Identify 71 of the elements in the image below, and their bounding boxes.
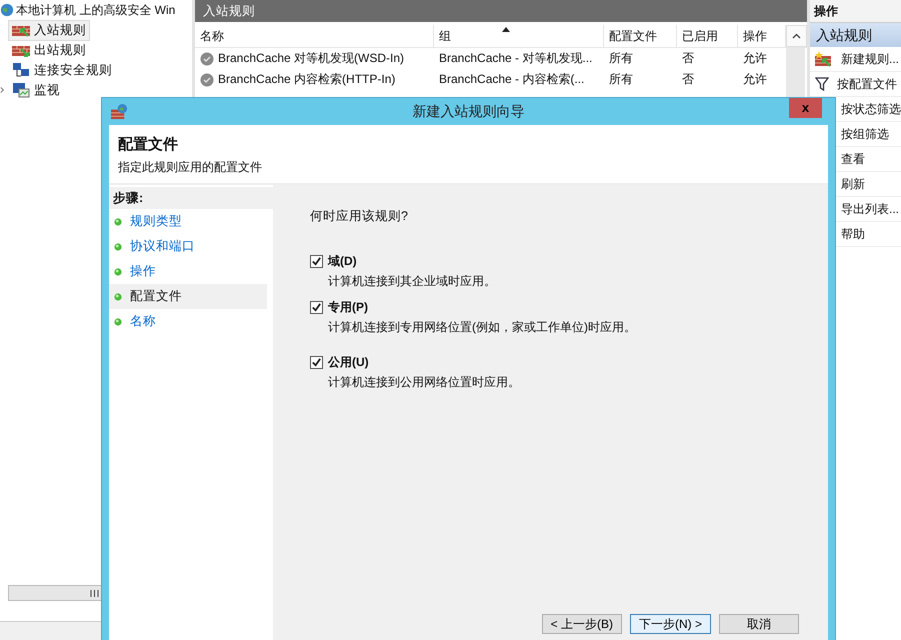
column-header[interactable]: 配置文件 <box>604 25 677 47</box>
checkbox[interactable] <box>310 255 323 268</box>
step-bullet-icon <box>114 318 122 326</box>
page-description: 指定此规则应用的配置文件 <box>118 159 263 176</box>
globe-icon <box>0 3 14 17</box>
action-link[interactable]: 按状态筛选 <box>841 100 901 118</box>
checkbox-label[interactable]: 专用(P) <box>328 299 368 316</box>
grip-icon <box>90 590 98 596</box>
monitor-icon <box>12 82 30 98</box>
action-link[interactable]: 按配置文件 <box>837 76 897 92</box>
action-link[interactable]: 刷新 <box>841 176 865 192</box>
firewall-icon <box>12 23 30 37</box>
checkbox-label[interactable]: 域(D) <box>328 253 357 270</box>
tree-item[interactable]: 入站规则 <box>8 20 90 40</box>
table-cell-text: 所有 <box>608 50 634 67</box>
step-bullet-icon <box>114 268 122 276</box>
tree-item[interactable]: 监视 <box>8 80 64 100</box>
column-header[interactable]: 已启用 <box>677 25 738 47</box>
window-title: 新建入站规则向导 <box>412 102 524 120</box>
expand-icon[interactable] <box>0 86 5 94</box>
table-cell: BranchCache 对等机发现(WSD-In) <box>218 50 404 67</box>
table-cell-text: 允许 <box>742 50 768 67</box>
table-cell-text: 否 <box>681 50 695 67</box>
column-header[interactable]: 组 <box>434 25 604 47</box>
column-header[interactable]: 名称 <box>195 25 434 47</box>
checkbox-label[interactable]: 公用(U) <box>328 354 369 371</box>
step-bullet-icon <box>114 218 122 226</box>
step-item[interactable]: 名称 <box>109 309 267 334</box>
table-cell-text: BranchCache - 对等机发现... <box>438 50 594 67</box>
tree-item[interactable]: 出站规则 <box>8 40 90 60</box>
sort-icon <box>502 27 510 32</box>
option-description: 计算机连接到公用网络位置时应用。 <box>328 374 521 391</box>
dialog-button[interactable]: 下一步(N) > <box>630 614 711 634</box>
table-cell-text: 允许 <box>742 71 768 88</box>
tree-root[interactable]: 本地计算机 上的高级安全 Win <box>0 0 192 20</box>
option-description: 计算机连接到专用网络位置(例如，家或工作单位)时应用。 <box>328 319 637 336</box>
scroll-up-button[interactable] <box>786 25 807 47</box>
computers-icon <box>12 62 30 78</box>
step-item[interactable]: 配置文件 <box>109 284 267 309</box>
table-cell-text: 否 <box>681 71 695 88</box>
pane-title: 入站规则 <box>195 0 807 22</box>
checkbox[interactable] <box>310 301 323 314</box>
page-heading: 配置文件 <box>118 135 179 154</box>
dialog-button[interactable]: 取消 <box>719 614 799 634</box>
table-cell-text: 所有 <box>608 71 634 88</box>
firewall-icon <box>111 103 128 120</box>
step-item[interactable]: 操作 <box>109 259 267 284</box>
action-link[interactable]: 新建规则... <box>841 50 900 68</box>
dialog-button[interactable]: < 上一步(B) <box>542 614 622 634</box>
action-link[interactable]: 查看 <box>841 150 865 168</box>
table-cell: BranchCache 内容检索(HTTP-In) <box>218 71 396 88</box>
section-header[interactable]: 入站规则 <box>810 23 901 47</box>
table-cell-text: BranchCache - 内容检索(... <box>438 71 586 88</box>
question-text: 何时应用该规则? <box>310 208 409 225</box>
step-item[interactable]: 协议和端口 <box>109 234 267 259</box>
action-link[interactable]: 按组筛选 <box>841 126 889 142</box>
action-link[interactable]: 导出列表... <box>841 200 900 218</box>
action-link[interactable]: 帮助 <box>841 226 865 242</box>
firewall-icon <box>12 43 30 57</box>
step-item[interactable]: 规则类型 <box>109 209 267 234</box>
step-bullet-icon <box>114 242 122 250</box>
option-description: 计算机连接到其企业域时应用。 <box>328 273 497 290</box>
new-rule-icon <box>815 51 833 67</box>
checkbox[interactable] <box>310 356 323 369</box>
pane-title: 操作 <box>810 0 901 23</box>
steps-heading: 步骤: <box>109 187 273 209</box>
chevron-up-icon <box>792 33 801 39</box>
step-bullet-icon <box>114 292 122 300</box>
filter-icon <box>815 77 829 91</box>
tree-item[interactable]: 连接安全规则 <box>8 60 116 80</box>
close-button[interactable]: x <box>789 98 822 118</box>
